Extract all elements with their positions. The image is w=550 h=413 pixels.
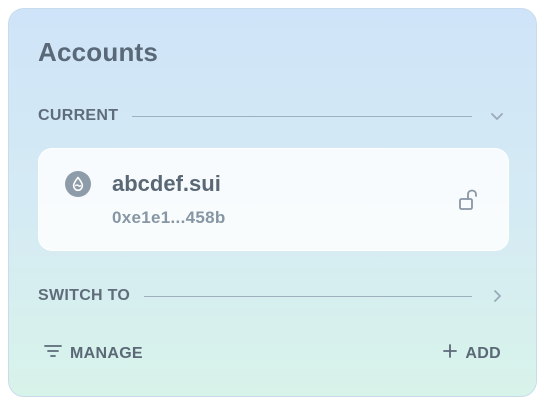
add-button[interactable]: ADD (443, 344, 501, 363)
chevron-right-icon[interactable] (488, 287, 506, 305)
accounts-panel: Accounts CURRENT abcdef.sui 0xe1e1...458… (8, 8, 537, 397)
switch-section-header[interactable]: SWITCH TO (38, 284, 506, 308)
filter-icon (44, 344, 62, 363)
sui-logo-icon (65, 171, 91, 197)
account-name: abcdef.sui (112, 171, 221, 196)
panel-title: Accounts (38, 37, 159, 67)
switch-section-divider (144, 295, 472, 297)
add-label: ADD (465, 344, 501, 362)
switch-section-label: SWITCH TO (38, 287, 131, 304)
manage-button[interactable]: MANAGE (44, 344, 143, 363)
current-account-card[interactable]: abcdef.sui 0xe1e1...458b (38, 148, 509, 251)
current-section-label: CURRENT (38, 107, 119, 124)
current-section-divider (132, 115, 472, 117)
account-address: 0xe1e1...458b (112, 208, 226, 227)
plus-icon (443, 344, 458, 363)
current-section-header[interactable]: CURRENT (38, 104, 506, 128)
chevron-down-icon[interactable] (488, 107, 506, 125)
unlocked-icon[interactable] (456, 186, 484, 214)
manage-label: MANAGE (70, 344, 143, 362)
